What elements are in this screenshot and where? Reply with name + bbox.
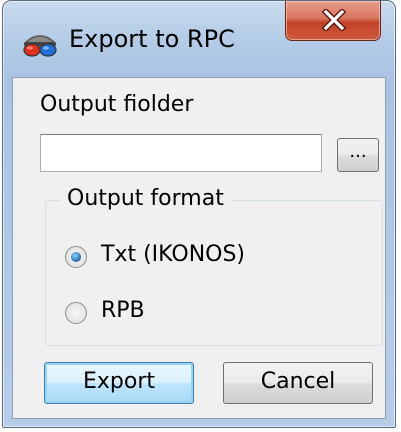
radio-selected-dot	[71, 252, 81, 262]
browse-button[interactable]: ...	[337, 138, 379, 172]
output-folder-label: Output fiolder	[40, 92, 194, 117]
close-button[interactable]	[285, 1, 381, 41]
radio-rpb[interactable]	[65, 302, 87, 324]
output-folder-input[interactable]	[40, 134, 322, 172]
radio-txt-ikonos[interactable]	[65, 246, 87, 268]
window-title: Export to RPC	[69, 25, 235, 53]
export-dialog: Export to RPC Output fiolder ... Output …	[2, 0, 396, 428]
close-x-icon	[322, 9, 346, 31]
export-button[interactable]: Export	[44, 362, 194, 404]
title-bar[interactable]: Export to RPC	[3, 1, 395, 77]
radio-label-rpb: RPB	[101, 298, 145, 323]
output-format-group	[45, 200, 383, 346]
cancel-button[interactable]: Cancel	[223, 362, 373, 404]
output-format-title: Output format	[61, 186, 230, 211]
radio-label-txt: Txt (IKONOS)	[101, 242, 246, 267]
dialog-body: Output fiolder ... Output format Txt (IK…	[12, 77, 386, 419]
app-glasses-icon	[23, 27, 57, 61]
